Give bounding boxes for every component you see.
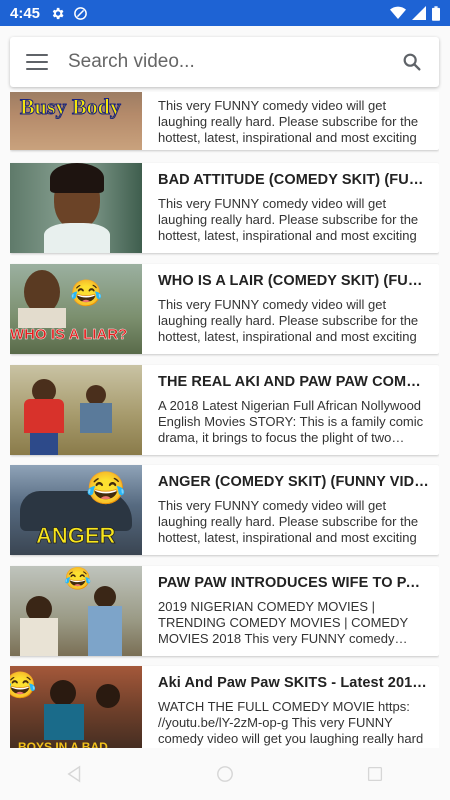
video-thumbnail: 😂 BOYS IN A BAD — [10, 666, 142, 748]
thumbnail-caption: BOYS IN A BAD — [18, 740, 108, 748]
search-icon[interactable] — [401, 51, 423, 73]
thumbnail-caption: Busy Body — [20, 94, 122, 120]
video-title: WHO IS A LAIR (COMEDY SKIT) (FUNNY VIDEO… — [158, 273, 429, 289]
list-item[interactable]: 😂 WHO IS A LIAR? WHO IS A LAIR (COMEDY S… — [10, 264, 439, 354]
video-description: 2019 NIGERIAN COMEDY MOVIES | TRENDING C… — [158, 599, 408, 646]
video-description: WATCH THE FULL COMEDY MOVIE https: //you… — [158, 699, 424, 746]
recents-button[interactable] — [355, 754, 395, 794]
navigation-bar — [0, 748, 450, 800]
video-title: PAW PAW INTRODUCES WIFE TO PAPA — [158, 575, 429, 591]
home-icon — [217, 766, 233, 782]
video-description: This very FUNNY comedy video will get la… — [158, 196, 419, 243]
search-bar — [10, 37, 439, 87]
video-thumbnail: Busy Body — [10, 92, 142, 150]
back-icon — [67, 765, 81, 783]
list-item[interactable]: BAD ATTITUDE (COMEDY SKIT) (FUNNY VIDEO)… — [10, 163, 439, 253]
thumbnail-caption: WHO IS A LIAR? — [10, 326, 128, 343]
gear-icon — [52, 7, 64, 19]
video-list: Busy Body This very FUNNY comedy video w… — [10, 92, 439, 748]
back-button[interactable] — [55, 754, 95, 794]
search-input[interactable] — [68, 51, 401, 73]
video-title: THE REAL AKI AND PAW PAW COMEDY — [158, 374, 429, 390]
menu-icon[interactable] — [26, 54, 48, 70]
video-title: Aki And Paw Paw SKITS - Latest 2019 Come… — [158, 675, 429, 691]
status-bar: 4:45 — [0, 0, 450, 26]
home-button[interactable] — [205, 754, 245, 794]
video-title: ANGER (COMEDY SKIT) (FUNNY VIDEO) — [158, 474, 429, 490]
video-thumbnail: 😂 ANGER — [10, 465, 142, 555]
list-item[interactable]: 😂 PAW PAW INTRODUCES WIFE TO PAPA 2019 N… — [10, 566, 439, 656]
video-thumbnail — [10, 365, 142, 455]
wifi-icon — [390, 6, 406, 19]
status-time: 4:45 — [10, 4, 41, 22]
video-thumbnail: 😂 WHO IS A LIAR? — [10, 264, 142, 354]
video-thumbnail — [10, 163, 142, 253]
video-description: This very FUNNY comedy video will get la… — [158, 498, 419, 545]
video-description: A 2018 Latest Nigerian Full African Noll… — [158, 398, 424, 445]
video-description: This very FUNNY comedy video will get la… — [158, 98, 419, 145]
video-thumbnail: 😂 — [10, 566, 142, 656]
video-title: BAD ATTITUDE (COMEDY SKIT) (FUNNY VIDEO) — [158, 172, 429, 188]
list-item[interactable]: THE REAL AKI AND PAW PAW COMEDY A 2018 L… — [10, 365, 439, 455]
video-description: This very FUNNY comedy video will get la… — [158, 297, 419, 344]
battery-icon — [432, 5, 440, 21]
list-item[interactable]: 😂 ANGER ANGER (COMEDY SKIT) (FUNNY VIDEO… — [10, 465, 439, 555]
signal-icon — [412, 6, 426, 20]
list-item[interactable]: 😂 BOYS IN A BAD Aki And Paw Paw SKITS - … — [10, 666, 439, 748]
list-item[interactable]: Busy Body This very FUNNY comedy video w… — [10, 92, 439, 150]
thumbnail-caption: ANGER — [36, 523, 116, 549]
at-sync-icon — [74, 6, 87, 20]
recents-icon — [367, 766, 383, 782]
